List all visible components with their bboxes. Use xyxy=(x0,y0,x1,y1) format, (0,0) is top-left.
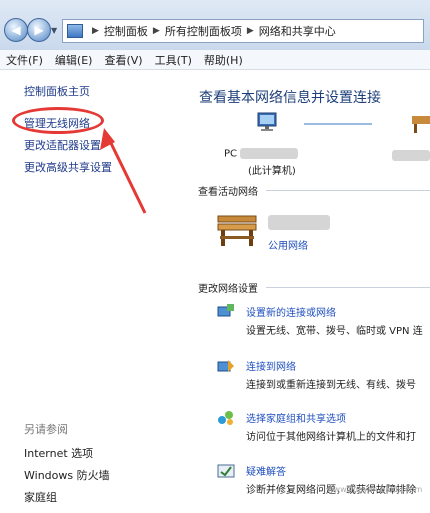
connect-network-icon xyxy=(217,360,234,372)
task-connect-network[interactable]: 连接到网络 xyxy=(246,358,296,373)
redacted-active-network xyxy=(268,215,330,230)
divider xyxy=(266,190,430,191)
public-network-bench-icon xyxy=(217,215,257,246)
main-pane: 查看基本网络信息并设置连接 PC (此计算机) 查看活动网络 公用网络 更改网络… xyxy=(186,70,430,513)
watermark: www.jingyan.baidu.com xyxy=(327,485,423,494)
troubleshoot-icon xyxy=(217,464,235,478)
new-connection-icon xyxy=(217,304,234,317)
redacted-network-name xyxy=(392,150,430,161)
change-settings-title: 更改网络设置 xyxy=(198,284,258,295)
page-title: 查看基本网络信息并设置连接 xyxy=(199,90,381,106)
pc-name: PC xyxy=(224,148,299,160)
computer-icon xyxy=(257,112,277,131)
pc-subtitle: (此计算机) xyxy=(248,166,296,177)
task-troubleshoot[interactable]: 疑难解答 xyxy=(246,463,286,478)
task-homegroup[interactable]: 选择家庭组和共享选项 xyxy=(246,410,346,425)
task-setup-connection[interactable]: 设置新的连接或网络 xyxy=(246,304,336,319)
public-network-link[interactable]: 公用网络 xyxy=(268,237,308,252)
task-setup-connection-desc: 设置无线、宽带、拨号、临时或 VPN 连 xyxy=(246,326,423,337)
connection-line xyxy=(304,123,372,125)
homegroup-icon xyxy=(218,411,233,425)
task-homegroup-desc: 访问位于其他网络计算机上的文件和打 xyxy=(246,432,416,443)
divider xyxy=(266,287,430,288)
active-networks-title: 查看活动网络 xyxy=(198,187,258,198)
task-connect-network-desc: 连接到或重新连接到无线、有线、拨号 xyxy=(246,380,416,391)
redacted-pc-name xyxy=(240,148,299,159)
network-bench-icon xyxy=(412,116,430,133)
